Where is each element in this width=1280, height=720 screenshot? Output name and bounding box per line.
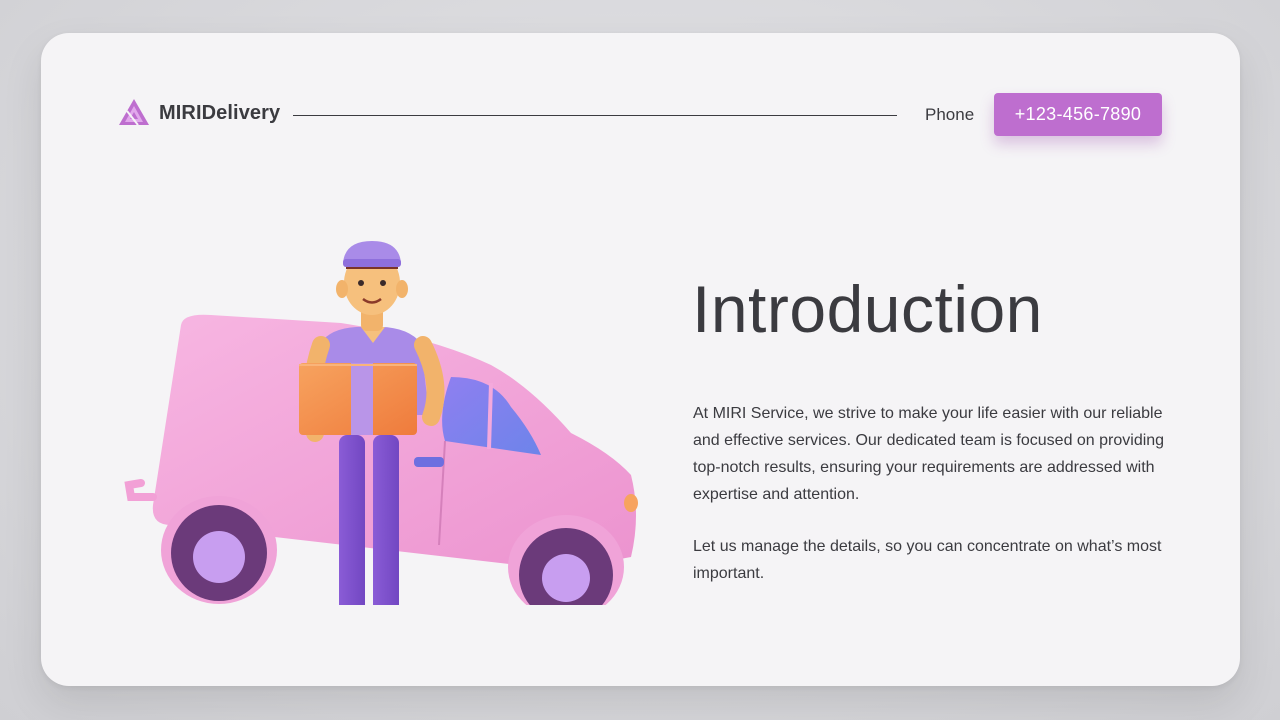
brand-name: MIRIDelivery [159, 101, 281, 124]
slide-card: MIRIDelivery Phone +123-456-7890 Introdu… [41, 33, 1240, 686]
slide-stage: MIRIDelivery Phone +123-456-7890 Introdu… [0, 0, 1280, 720]
page-title: Introduction [692, 272, 1043, 346]
intro-paragraph: At MIRI Service, we strive to make your … [693, 405, 1165, 503]
phone-number-button[interactable]: +123-456-7890 [994, 93, 1162, 136]
triangle-logo-icon [119, 99, 149, 126]
delivery-illustration [124, 241, 638, 605]
header-divider [293, 115, 897, 116]
closing-paragraph: Let us manage the details, so you can co… [693, 538, 1162, 582]
brand[interactable]: MIRIDelivery [118, 98, 280, 128]
phone-label: Phone [925, 105, 975, 124]
parcel-box [299, 363, 417, 435]
